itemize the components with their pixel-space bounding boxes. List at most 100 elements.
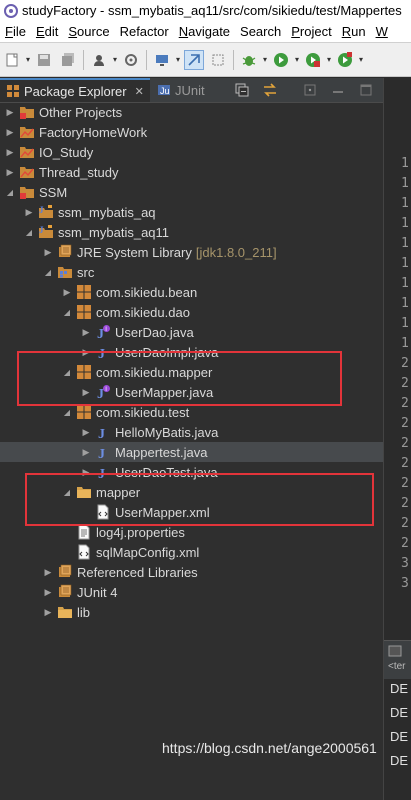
- tree-item[interactable]: ▶ Thread_study: [0, 162, 383, 182]
- tree-item[interactable]: ▶ J I UserDao.java: [0, 322, 383, 342]
- tree-item[interactable]: ▶ JRE System Library [jdk1.8.0_211]: [0, 242, 383, 262]
- console-tab-label[interactable]: <ter: [388, 661, 406, 672]
- menu-refactor[interactable]: Refactor: [115, 24, 174, 39]
- tab-label: JUnit: [175, 82, 205, 98]
- svg-text:Ju: Ju: [160, 86, 170, 96]
- minimize-icon[interactable]: [328, 80, 348, 100]
- expand-arrow-icon[interactable]: ▶: [23, 202, 35, 222]
- coverage-dropdown-icon[interactable]: ▾: [325, 50, 333, 70]
- debug-icon[interactable]: [239, 50, 259, 70]
- tree-item[interactable]: ▶ JUnit 4: [0, 582, 383, 602]
- tree-item-label: sqlMapConfig.xml: [96, 544, 200, 560]
- save-icon[interactable]: [34, 50, 54, 70]
- jdk-version-label: [jdk1.8.0_211]: [195, 244, 277, 260]
- line-number: 2: [401, 376, 409, 391]
- external-tools-icon[interactable]: [335, 50, 355, 70]
- tree-item[interactable]: ◢ Jssm_mybatis_aq11: [0, 222, 383, 242]
- debug-dropdown-icon[interactable]: ▾: [261, 50, 269, 70]
- expand-arrow-icon[interactable]: ▶: [42, 242, 54, 262]
- tree-item[interactable]: ▶ lib: [0, 602, 383, 622]
- menu-project[interactable]: Project: [286, 24, 336, 39]
- coverage-icon[interactable]: [303, 50, 323, 70]
- menu-search[interactable]: Search: [235, 24, 286, 39]
- line-number: 2: [401, 416, 409, 431]
- annotation-box-mapper-package: [17, 351, 342, 406]
- view-actions: [232, 80, 384, 100]
- collapse-arrow-icon[interactable]: ◢: [42, 262, 54, 282]
- tree-item[interactable]: ◢ com.sikiedu.dao: [0, 302, 383, 322]
- view-menu-icon[interactable]: [300, 80, 320, 100]
- profile-icon[interactable]: [89, 50, 109, 70]
- tree-item-label: ssm_mybatis_aq: [58, 204, 156, 220]
- expand-arrow-icon[interactable]: ▶: [42, 602, 54, 622]
- collapse-arrow-icon[interactable]: ◢: [4, 182, 16, 202]
- java-project-icon: J: [38, 204, 54, 220]
- collapse-all-icon[interactable]: [232, 80, 252, 100]
- expand-arrow-icon[interactable]: ▶: [42, 582, 54, 602]
- menu-source[interactable]: Source: [63, 24, 114, 39]
- package-explorer-icon: [6, 84, 20, 98]
- tree-item[interactable]: ◢ src: [0, 262, 383, 282]
- expand-arrow-icon[interactable]: ▶: [61, 282, 73, 302]
- toggle-mark-occurrences-icon[interactable]: [184, 49, 204, 70]
- collapse-arrow-icon[interactable]: ◢: [61, 302, 73, 322]
- svg-text:J: J: [39, 205, 44, 215]
- tree-item[interactable]: ▶ J HelloMyBatis.java: [0, 422, 383, 442]
- expand-arrow-icon[interactable]: ▶: [80, 442, 92, 462]
- maximize-icon[interactable]: [356, 80, 376, 100]
- menu-run[interactable]: Run: [337, 24, 371, 39]
- expand-arrow-icon[interactable]: ▶: [4, 142, 16, 162]
- external-tools-dropdown-icon[interactable]: ▾: [357, 50, 365, 70]
- menu-file[interactable]: File: [0, 24, 31, 39]
- package-icon: [76, 304, 92, 320]
- line-number: 2: [401, 476, 409, 491]
- block-selection-icon[interactable]: [208, 50, 228, 70]
- menu-w[interactable]: W: [371, 24, 393, 39]
- tree-item-label: IO_Study: [39, 144, 94, 160]
- expand-arrow-icon[interactable]: ▶: [80, 322, 92, 342]
- toolbar-separator: [233, 49, 234, 70]
- run-icon[interactable]: [271, 50, 291, 70]
- run-dropdown-icon[interactable]: ▾: [293, 50, 301, 70]
- expand-arrow-icon[interactable]: ▶: [4, 162, 16, 182]
- tab-package-explorer[interactable]: Package Explorer ✕: [0, 78, 150, 102]
- expand-arrow-icon[interactable]: ▶: [80, 422, 92, 442]
- new-icon[interactable]: [2, 50, 22, 70]
- close-icon[interactable]: ✕: [135, 85, 144, 98]
- tree-item[interactable]: ◢ SSM: [0, 182, 383, 202]
- tree-item-label: src: [77, 264, 95, 280]
- tree-item[interactable]: ▶ Referenced Libraries: [0, 562, 383, 582]
- expand-arrow-icon[interactable]: ▶: [4, 102, 16, 122]
- profile-dropdown-icon[interactable]: ▾: [111, 50, 119, 70]
- line-number: 1: [401, 236, 409, 251]
- expand-arrow-icon[interactable]: ▶: [42, 562, 54, 582]
- monitor-dropdown-icon[interactable]: ▾: [174, 50, 182, 70]
- tree-item[interactable]: ▶ Jssm_mybatis_aq: [0, 202, 383, 222]
- tree-item-label: log4j.properties: [96, 524, 185, 540]
- menu-edit[interactable]: Edit: [31, 24, 63, 39]
- java-file-icon: J: [95, 444, 111, 460]
- library-icon: [57, 244, 73, 260]
- save-all-icon[interactable]: [58, 50, 78, 70]
- expand-arrow-icon[interactable]: ▶: [4, 122, 16, 142]
- menu-navigate[interactable]: Navigate: [174, 24, 235, 39]
- link-with-editor-icon[interactable]: [260, 80, 280, 100]
- line-number: 3: [401, 576, 409, 591]
- tree-item[interactable]: ▶ IO_Study: [0, 142, 383, 162]
- settings-icon[interactable]: [121, 50, 141, 70]
- line-number: 1: [401, 196, 409, 211]
- line-number: 1: [401, 216, 409, 231]
- eclipse-app-icon: [4, 3, 18, 18]
- tree-item[interactable]: sqlMapConfig.xml: [0, 542, 383, 562]
- tree-item[interactable]: ▶ FactoryHomeWork: [0, 122, 383, 142]
- new-dropdown-icon[interactable]: ▾: [24, 50, 32, 70]
- tree-item[interactable]: ▶ com.sikiedu.bean: [0, 282, 383, 302]
- collapse-arrow-icon[interactable]: ◢: [23, 222, 35, 242]
- monitor-icon[interactable]: [152, 50, 172, 70]
- tree-item[interactable]: ▶ J Mappertest.java: [0, 442, 383, 462]
- tree-item[interactable]: ▶ Other Projects: [0, 102, 383, 122]
- tree-item-label: UserDao.java: [115, 324, 194, 340]
- tree-item-label: JRE System Library: [77, 244, 192, 260]
- tab-junit[interactable]: Ju JUnit: [157, 78, 217, 102]
